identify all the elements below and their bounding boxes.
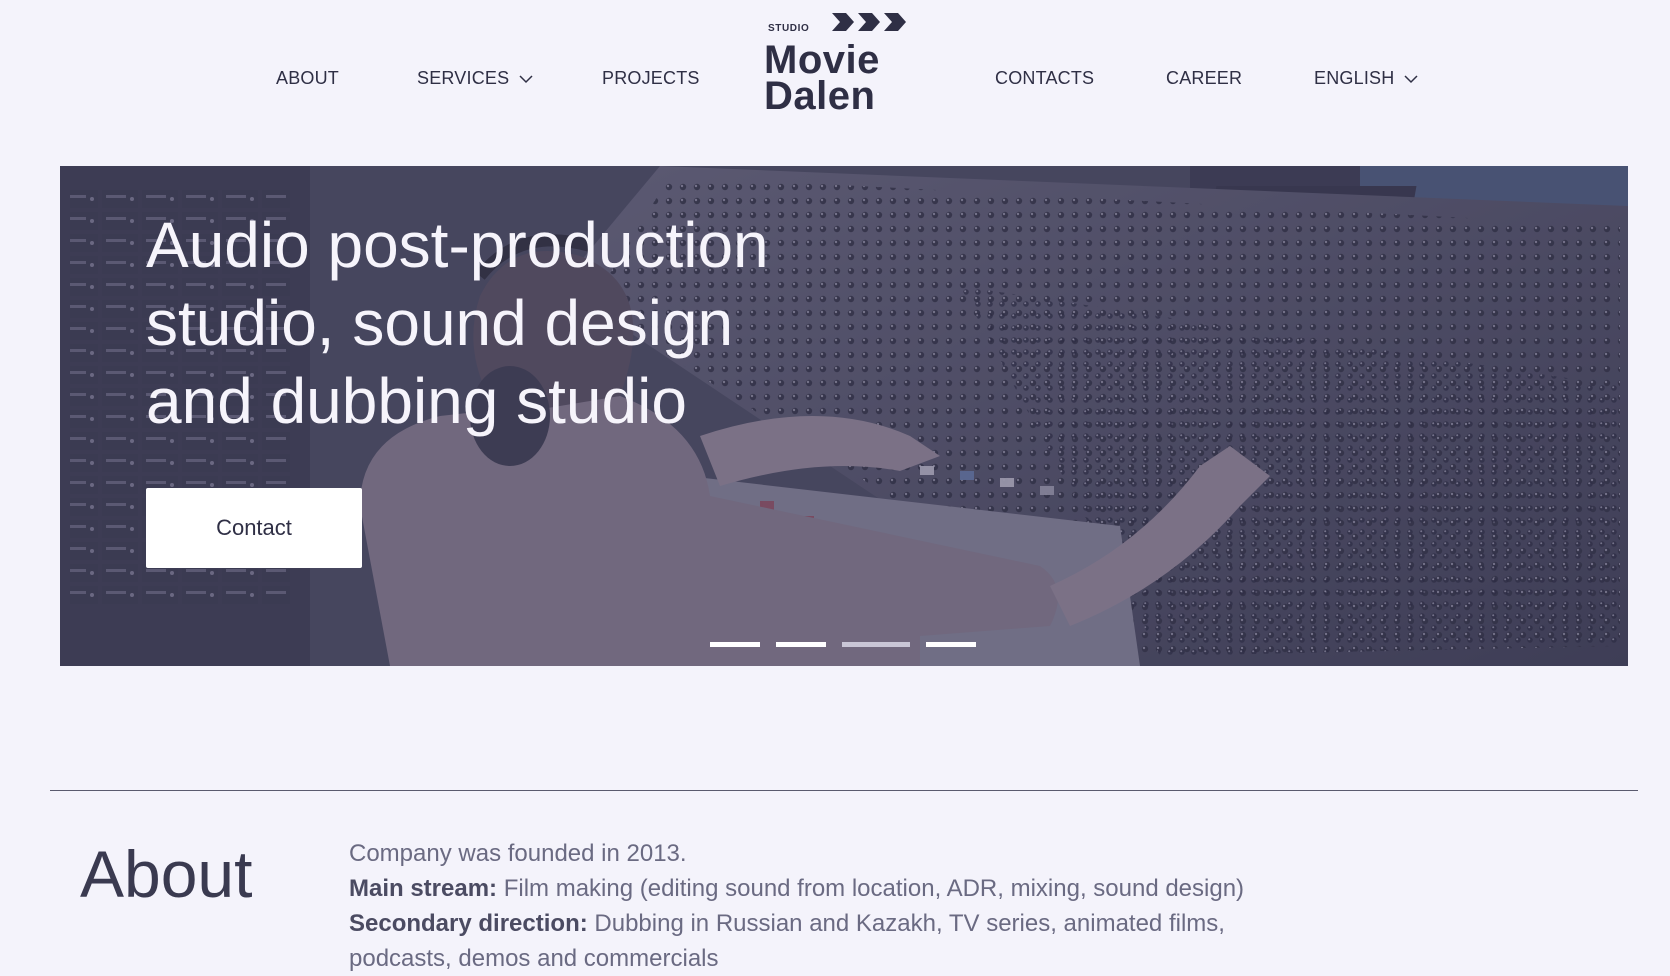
slider-dot-3[interactable] (842, 642, 910, 647)
nav-career[interactable]: CAREER (1166, 68, 1242, 89)
studio-logo[interactable]: STUDIO Movie Dalen (764, 10, 916, 116)
logo-arrows-icon (832, 13, 906, 31)
chevron-down-icon (519, 75, 533, 84)
chevron-down-icon (1404, 75, 1418, 84)
nav-projects[interactable]: PROJECTS (602, 68, 700, 89)
about-secondary-cont: podcasts, demos and commercials (349, 945, 719, 972)
site-header: ABOUT SERVICES PROJECTS STUDIO Movie Dal… (0, 0, 1670, 160)
logo-studio-text: STUDIO (768, 23, 810, 34)
nav-services-label: SERVICES (417, 68, 510, 88)
hero-title-line-1: Audio post-production (146, 209, 769, 281)
hero-title: Audio post-production studio, sound desi… (146, 206, 906, 440)
nav-about[interactable]: ABOUT (276, 68, 339, 89)
nav-services[interactable]: SERVICES (417, 68, 533, 89)
about-founded: Company was founded in 2013. (349, 840, 687, 867)
secondary-label: Secondary direction: (349, 910, 588, 937)
main-stream-label: Main stream: (349, 875, 498, 902)
section-divider (50, 790, 1638, 791)
secondary-text: Dubbing in Russian and Kazakh, TV series… (587, 910, 1225, 937)
hero-title-line-3: and dubbing studio (146, 365, 687, 437)
slider-dot-2[interactable] (776, 642, 826, 647)
language-label: ENGLISH (1314, 68, 1395, 88)
about-description: Company was founded in 2013. Main stream… (349, 836, 1349, 976)
about-heading: About (80, 837, 253, 911)
about-main-stream: Main stream: Film making (editing sound … (349, 871, 1349, 906)
main-stream-text: Film making (editing sound from location… (497, 875, 1245, 902)
slider-dot-4[interactable] (926, 642, 976, 647)
contact-button[interactable]: Contact (146, 488, 362, 568)
about-secondary: Secondary direction: Dubbing in Russian … (349, 906, 1349, 941)
hero-title-line-2: studio, sound design (146, 287, 734, 359)
slider-dot-1[interactable] (710, 642, 760, 647)
hero-banner: Audio post-production studio, sound desi… (60, 166, 1628, 666)
nav-contacts[interactable]: CONTACTS (995, 68, 1094, 89)
logo-word-dalen: Dalen (764, 74, 876, 118)
language-selector[interactable]: ENGLISH (1314, 68, 1418, 89)
